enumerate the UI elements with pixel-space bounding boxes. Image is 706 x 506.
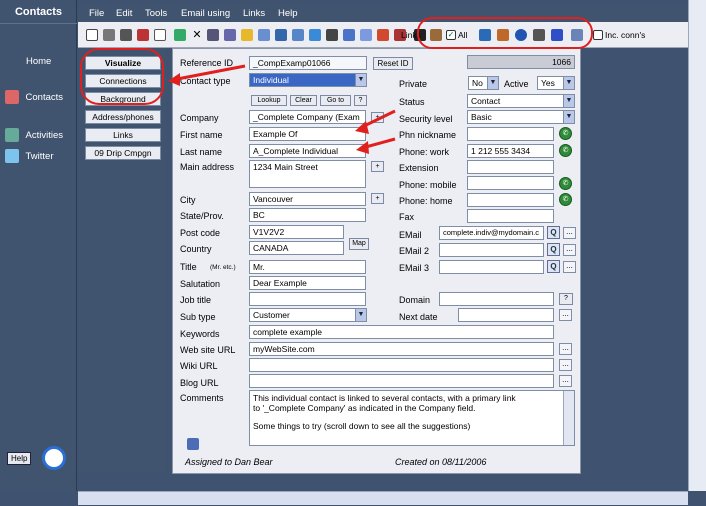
arrow-head (168, 73, 180, 86)
arrow-head (355, 121, 369, 134)
annotation-overlay (80, 17, 593, 154)
arrow-head (356, 141, 369, 154)
arrow-to-connections (171, 64, 246, 82)
side-buttons-highlight (80, 48, 164, 105)
toolbar-highlight (417, 17, 593, 49)
